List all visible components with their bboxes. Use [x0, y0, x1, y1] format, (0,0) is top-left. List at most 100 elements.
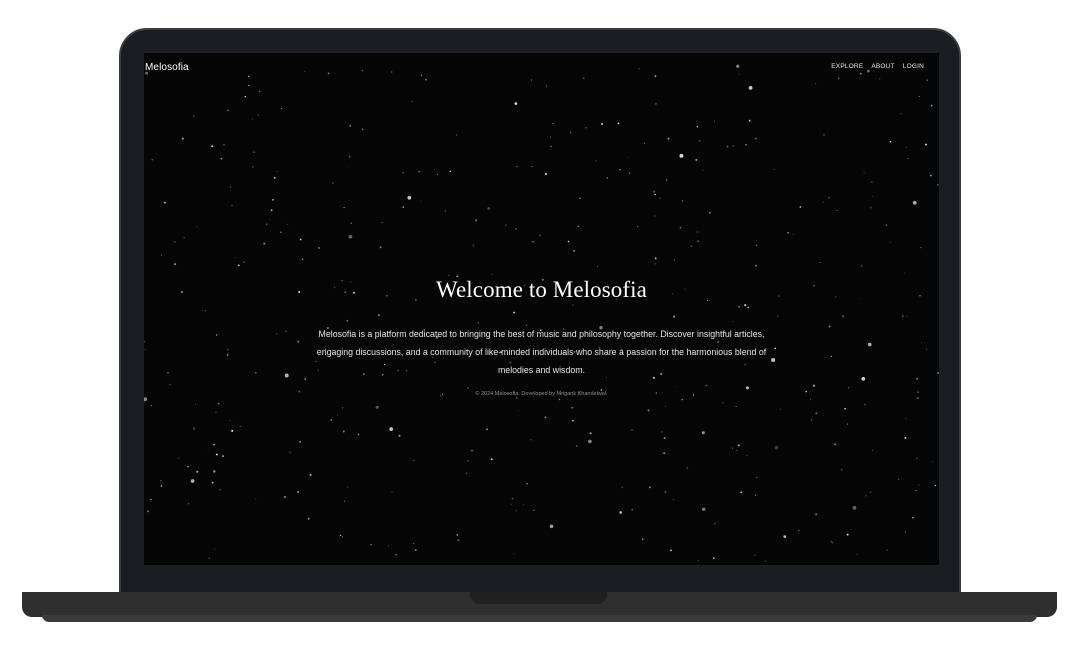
star-dot: [641, 538, 644, 540]
star-dot: [287, 223, 289, 225]
star-dot: [822, 201, 824, 203]
star-dot: [348, 156, 351, 158]
star-dot: [436, 173, 439, 175]
star-dot: [585, 127, 587, 129]
star-dot: [679, 227, 682, 229]
star-dot: [161, 254, 163, 256]
star-dot: [811, 419, 813, 421]
star-dot: [511, 498, 513, 500]
star-dot: [150, 499, 152, 501]
star-dot: [465, 472, 467, 474]
star-dot: [589, 432, 592, 435]
star-dot: [844, 407, 846, 410]
star-dot: [885, 224, 888, 226]
nav-about-link[interactable]: ABOUT: [871, 63, 894, 70]
star-dot: [621, 486, 624, 489]
star-dot: [558, 398, 561, 401]
star-dot: [628, 157, 629, 159]
star-dot: [731, 447, 733, 449]
star-dot: [330, 419, 333, 421]
star-dot: [740, 491, 743, 494]
star-dot: [183, 237, 185, 239]
star-dot: [701, 507, 706, 512]
star-dot: [402, 206, 405, 208]
star-dot: [834, 443, 836, 446]
star-dot: [341, 407, 344, 409]
star-dot: [918, 95, 920, 97]
star-dot: [196, 470, 199, 473]
star-dot: [532, 240, 534, 243]
star-dot: [530, 439, 532, 441]
star-dot: [647, 409, 650, 412]
brand-logo-link[interactable]: Melosofia: [145, 62, 189, 73]
star-dot: [930, 174, 932, 177]
star-dot: [897, 478, 900, 481]
star-dot: [925, 143, 927, 146]
star-dot: [255, 498, 257, 500]
star-dot: [665, 405, 666, 407]
star-dot: [297, 490, 300, 493]
star-dot: [531, 165, 533, 167]
star-dot: [754, 137, 757, 140]
laptop-mockup: Melosofia EXPLORE ABOUT LOGIN Welcome to…: [0, 0, 1080, 663]
star-dot: [597, 266, 598, 267]
star-dot: [546, 85, 548, 87]
star-dot: [223, 144, 225, 146]
star-dot: [736, 449, 738, 452]
star-dot: [890, 241, 891, 243]
star-dot: [755, 476, 758, 479]
star-dot: [570, 132, 572, 134]
hero-section: Welcome to Melosofia Melosofia is a plat…: [144, 277, 939, 397]
star-dot: [737, 444, 740, 447]
star-dot: [229, 420, 231, 421]
star-dot: [815, 83, 817, 85]
star-dot: [370, 543, 372, 546]
star-dot: [653, 190, 656, 193]
star-dot: [595, 160, 597, 162]
star-dot: [526, 483, 528, 485]
star-dot: [472, 244, 475, 247]
star-dot: [342, 430, 345, 433]
star-dot: [253, 151, 255, 153]
star-dot: [871, 195, 873, 197]
star-dot: [681, 200, 683, 202]
star-dot: [708, 211, 711, 214]
star-dot: [160, 485, 163, 487]
star-dot: [937, 184, 939, 186]
nav-login-link[interactable]: LOGIN: [903, 63, 924, 70]
star-dot: [211, 481, 214, 484]
star-dot: [575, 444, 578, 447]
star-dot: [337, 414, 338, 416]
star-dot: [516, 166, 518, 168]
star-dot: [696, 126, 699, 128]
star-dot: [515, 510, 517, 512]
star-dot: [654, 102, 657, 105]
star-dot: [571, 406, 574, 409]
star-dot: [661, 431, 663, 433]
star-dot: [457, 539, 460, 542]
star-dot: [917, 397, 919, 399]
star-dot: [714, 120, 716, 122]
star-dot: [755, 265, 757, 267]
star-dot: [381, 221, 383, 224]
nav-explore-link[interactable]: EXPLORE: [831, 63, 863, 70]
star-dot: [819, 262, 821, 264]
star-dot: [227, 109, 229, 111]
star-dot: [601, 122, 604, 125]
star-dot: [900, 113, 902, 115]
star-dot: [235, 257, 237, 258]
star-dot: [413, 460, 415, 462]
star-dot: [852, 505, 857, 510]
star-dot: [219, 488, 222, 491]
star-dot: [280, 107, 283, 110]
star-dot: [276, 170, 278, 172]
star-dot: [344, 500, 346, 502]
star-dot: [686, 466, 689, 469]
star-dot: [510, 503, 512, 505]
star-dot: [515, 228, 517, 230]
star-dot: [889, 140, 892, 143]
star-dot: [732, 145, 734, 147]
star-dot: [379, 246, 382, 249]
star-dot: [864, 403, 866, 406]
star-dot: [195, 404, 196, 405]
